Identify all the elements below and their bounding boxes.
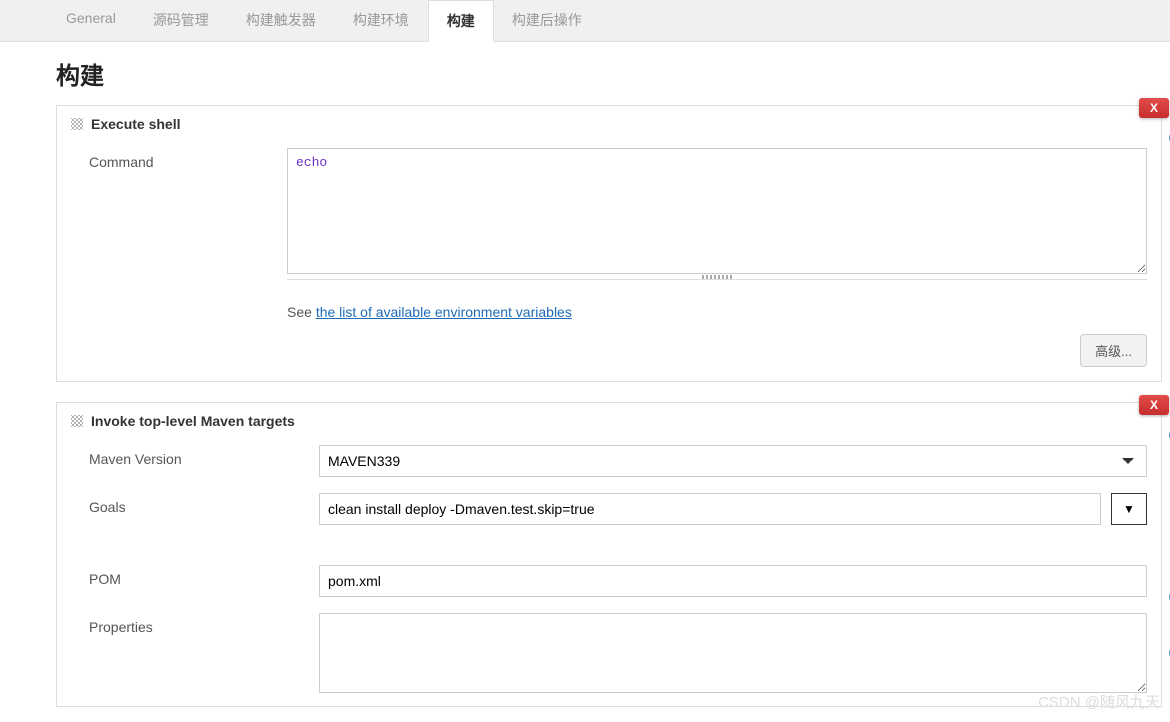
- section-title: 构建: [0, 42, 1170, 105]
- maven-version-select[interactable]: MAVEN339: [319, 445, 1147, 477]
- advanced-button[interactable]: 高级...: [1080, 334, 1147, 367]
- properties-input[interactable]: [319, 613, 1147, 693]
- maven-version-label: Maven Version: [89, 445, 319, 467]
- tab-build[interactable]: 构建: [428, 0, 494, 42]
- tab-general[interactable]: General: [48, 0, 135, 41]
- build-step-maven: X ? ? ? Invoke top-level Maven targets M…: [56, 402, 1162, 707]
- env-vars-hint: See the list of available environment va…: [57, 290, 1161, 334]
- build-step-execute-shell: X ? Execute shell Command echo See the l…: [56, 105, 1162, 382]
- hint-prefix: See: [287, 304, 316, 320]
- step-header: Invoke top-level Maven targets: [57, 403, 1161, 439]
- tab-triggers[interactable]: 构建触发器: [228, 0, 335, 41]
- delete-step-button[interactable]: X: [1139, 98, 1169, 118]
- step-title: Invoke top-level Maven targets: [91, 413, 295, 429]
- goals-input[interactable]: [319, 493, 1101, 525]
- delete-step-button[interactable]: X: [1139, 395, 1169, 415]
- drag-handle-icon[interactable]: [71, 118, 83, 130]
- command-label: Command: [89, 148, 287, 170]
- drag-handle-icon[interactable]: [71, 415, 83, 427]
- properties-label: Properties: [89, 613, 319, 635]
- command-input[interactable]: echo: [287, 148, 1147, 274]
- env-vars-link[interactable]: the list of available environment variab…: [316, 304, 572, 320]
- step-header: Execute shell: [57, 106, 1161, 142]
- step-title: Execute shell: [91, 116, 181, 132]
- expand-goals-button[interactable]: ▼: [1111, 493, 1147, 525]
- tab-scm[interactable]: 源码管理: [135, 0, 228, 41]
- config-tabs: General 源码管理 构建触发器 构建环境 构建 构建后操作: [0, 0, 1170, 42]
- tab-environment[interactable]: 构建环境: [335, 0, 428, 41]
- pom-label: POM: [89, 565, 319, 587]
- goals-label: Goals: [89, 493, 319, 515]
- pom-input[interactable]: [319, 565, 1147, 597]
- resize-grip-icon[interactable]: [702, 275, 732, 279]
- tab-post-build[interactable]: 构建后操作: [494, 0, 601, 41]
